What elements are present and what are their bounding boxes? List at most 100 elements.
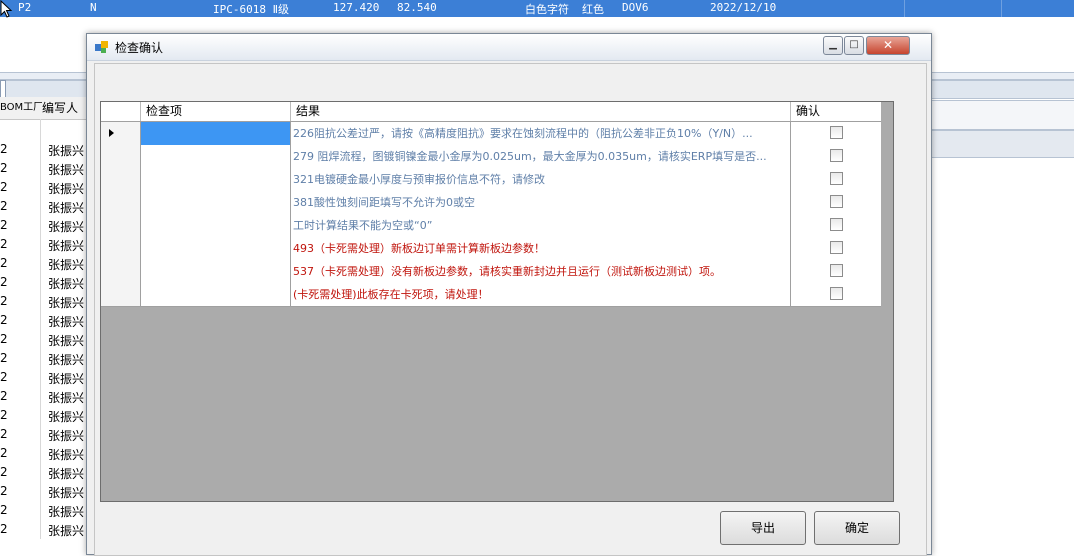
cell-confirm[interactable] <box>791 145 881 168</box>
row-header[interactable] <box>101 145 141 168</box>
cell-check-item[interactable] <box>141 122 291 145</box>
confirm-checkbox[interactable] <box>830 195 843 208</box>
cell-confirm[interactable] <box>791 191 881 214</box>
table-row[interactable]: 493（卡死需处理）新板边订单需计算新板边参数！ <box>101 237 881 261</box>
table-row[interactable]: 321电镀硬金最小厚度与预审报价信息不符，请修改 <box>101 168 881 192</box>
grid-cell-code: 2 <box>0 389 8 403</box>
row-header[interactable] <box>101 122 141 145</box>
confirm-checkbox[interactable] <box>830 287 843 300</box>
confirm-checkbox[interactable] <box>830 126 843 139</box>
confirm-checkbox[interactable] <box>830 172 843 185</box>
grid-cell-author: 张振兴 <box>48 410 85 424</box>
cell: N <box>90 1 97 14</box>
ok-button[interactable]: 确定 <box>814 511 900 545</box>
cell-result[interactable]: 493（卡死需处理）新板边订单需计算新板边参数！ <box>291 237 791 260</box>
column-header-confirm[interactable]: 确认 <box>791 102 881 121</box>
cell-confirm[interactable] <box>791 237 881 260</box>
table-row[interactable]: (卡死需处理)此板存在卡死项，请处理！ <box>101 283 881 307</box>
cell-result[interactable]: (卡死需处理)此板存在卡死项，请处理！ <box>291 283 791 306</box>
table-row[interactable]: 381酸性蚀刻间距填写不允许为0或空 <box>101 191 881 215</box>
column-header-item[interactable]: 检查项 <box>141 102 291 121</box>
cell: P2 <box>18 1 32 14</box>
cell-check-item[interactable] <box>141 237 291 260</box>
row-header[interactable] <box>101 260 141 283</box>
grid-cell-code: 2 <box>0 180 8 194</box>
grid-cell-code: 2 <box>0 161 8 175</box>
column-divider <box>904 0 905 17</box>
confirm-checkbox[interactable] <box>830 241 843 254</box>
confirm-checkbox[interactable] <box>830 264 843 277</box>
selected-record-row[interactable]: P2 N IPC-6018 Ⅱ级 127.420 82.540 白色字符 红色 … <box>0 0 1074 17</box>
confirm-checkbox[interactable] <box>830 149 843 162</box>
table-row[interactable]: 工时计算结果不能为空或“0” <box>101 214 881 238</box>
cell: 127.420 <box>333 1 380 14</box>
maximize-button[interactable]: □ <box>844 36 864 55</box>
grid-cell-code: 2 <box>0 332 8 346</box>
cell: 白色字符 <box>525 3 569 16</box>
grid-cell-code: 2 <box>0 351 8 365</box>
row-header[interactable] <box>101 237 141 260</box>
table-row[interactable]: 279 阻焊流程，图镀铜镍金最小金厚为0.025um，最大金厚为0.035um，… <box>101 145 881 169</box>
grid-cell-author: 张振兴 <box>48 258 85 272</box>
cell-confirm[interactable] <box>791 260 881 283</box>
grid-cell-author: 张振兴 <box>48 486 85 500</box>
cell: 红色 <box>582 3 604 16</box>
grid-cell-author: 张振兴 <box>48 163 85 177</box>
row-header[interactable] <box>101 168 141 191</box>
column-header-result[interactable]: 结果 <box>291 102 791 121</box>
cell-result[interactable]: 537（卡死需处理）没有新板边参数，请核实重新封边并且运行（测试新板边测试）项。 <box>291 260 791 283</box>
row-header[interactable] <box>101 191 141 214</box>
check-confirm-dialog[interactable]: 检查确认 ▁ □ ✕ 检查项 结果 确认 226阻抗公差过严，请按《高精度阻抗》… <box>86 33 932 556</box>
mouse-cursor-icon <box>0 0 13 18</box>
cell-result[interactable]: 279 阻焊流程，图镀铜镍金最小金厚为0.025um，最大金厚为0.035um，… <box>291 145 791 168</box>
grid-cell-author: 张振兴 <box>48 201 85 215</box>
title-bar[interactable]: 检查确认 ▁ □ ✕ <box>87 34 931 61</box>
cell-result[interactable]: 226阻抗公差过严，请按《高精度阻抗》要求在蚀刻流程中的（阻抗公差非正负10%（… <box>291 122 791 145</box>
grid-cell-author: 张振兴 <box>48 524 85 538</box>
cell-check-item[interactable] <box>141 191 291 214</box>
cell-confirm[interactable] <box>791 168 881 191</box>
check-grid[interactable]: 检查项 结果 确认 226阻抗公差过严，请按《高精度阻抗》要求在蚀刻流程中的（阻… <box>100 101 894 502</box>
grid-cell-code: 2 <box>0 370 8 384</box>
confirm-checkbox[interactable] <box>830 218 843 231</box>
column-divider <box>1001 0 1002 17</box>
column-header[interactable]: BOM工厂 <box>0 97 43 120</box>
record-grid[interactable]: BOM工厂 编写人 2 张振兴 2 张振兴 2 张振兴 2 张振兴 2 张振兴 2 张振兴 2 张振兴 2 张… <box>0 97 88 539</box>
cell: DOV6 <box>622 1 649 14</box>
grid-cell-code: 2 <box>0 218 8 232</box>
row-header[interactable] <box>101 214 141 237</box>
minimize-button[interactable]: ▁ <box>823 36 843 55</box>
cell-confirm[interactable] <box>791 122 881 145</box>
export-button[interactable]: 导出 <box>720 511 806 545</box>
column-header[interactable]: 编写人 <box>42 97 88 120</box>
cell-confirm[interactable] <box>791 283 881 306</box>
grid-cell-author: 张振兴 <box>48 315 85 329</box>
grid-cell-author: 张振兴 <box>48 334 85 348</box>
close-button[interactable]: ✕ <box>866 36 910 55</box>
grid-cell-code: 2 <box>0 294 8 308</box>
grid-header: 检查项 结果 确认 <box>101 102 881 122</box>
cell-check-item[interactable] <box>141 283 291 306</box>
cell-check-item[interactable] <box>141 260 291 283</box>
grid-cell-code: 2 <box>0 522 8 536</box>
grid-cell-author: 张振兴 <box>48 391 85 405</box>
cell: IPC-6018 Ⅱ级 <box>213 3 290 16</box>
cell-check-item[interactable] <box>141 145 291 168</box>
current-row-arrow-icon <box>109 129 114 137</box>
row-header-corner <box>101 102 141 121</box>
grid-cell-code: 2 <box>0 427 8 441</box>
cell-check-item[interactable] <box>141 214 291 237</box>
row-header[interactable] <box>101 283 141 306</box>
grid-cell-code: 2 <box>0 199 8 213</box>
grid-cell-author: 张振兴 <box>48 296 85 310</box>
cell-result[interactable]: 321电镀硬金最小厚度与预审报价信息不符，请修改 <box>291 168 791 191</box>
filter-combobox[interactable] <box>0 80 6 98</box>
grid-cell-code: 2 <box>0 313 8 327</box>
cell-result[interactable]: 工时计算结果不能为空或“0” <box>291 214 791 237</box>
table-row[interactable]: 226阻抗公差过严，请按《高精度阻抗》要求在蚀刻流程中的（阻抗公差非正负10%（… <box>101 122 881 146</box>
cell-result[interactable]: 381酸性蚀刻间距填写不允许为0或空 <box>291 191 791 214</box>
cell-confirm[interactable] <box>791 214 881 237</box>
grid-cell-author: 张振兴 <box>48 353 85 367</box>
cell-check-item[interactable] <box>141 168 291 191</box>
table-row[interactable]: 537（卡死需处理）没有新板边参数，请核实重新封边并且运行（测试新板边测试）项。 <box>101 260 881 284</box>
